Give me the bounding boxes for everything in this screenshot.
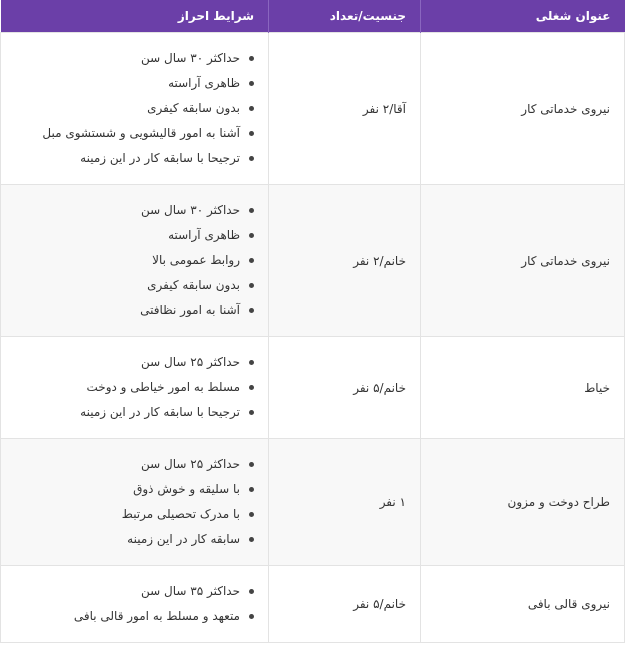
job-title-cell: نیروی خدماتی کار [420,32,625,185]
requirements-cell: حداکثر ۳۵ سال سن متعهد و مسلط به امور قا… [0,565,269,643]
requirement-item: بدون سابقه کیفری [15,96,254,121]
requirements-cell: حداکثر ۲۵ سال سن با سلیقه و خوش ذوق با م… [0,438,269,566]
table-header-row: عنوان شغلی جنسیت/تعداد شرایط احراز [0,0,625,33]
requirements-cell: حداکثر ۳۰ سال سن ظاهری آراسته بدون سابقه… [0,32,269,185]
table-row: نیروی خدماتی کار خانم/۲ نفر حداکثر ۳۰ سا… [0,184,625,337]
requirement-item: ترجیحا با سابقه کار در این زمینه [15,400,254,425]
requirement-item: بدون سابقه کیفری [15,273,254,298]
gender-count-cell: خانم/۵ نفر [268,565,421,643]
requirement-item: با سلیقه و خوش ذوق [15,477,254,502]
requirement-item: مسلط به امور خیاطی و دوخت [15,375,254,400]
job-title-cell: طراح دوخت و مزون [420,438,625,566]
requirement-item: روابط عمومی بالا [15,248,254,273]
requirements-list: حداکثر ۳۰ سال سن ظاهری آراسته بدون سابقه… [15,46,254,171]
requirements-cell: حداکثر ۲۵ سال سن مسلط به امور خیاطی و دو… [0,336,269,439]
table-row: نیروی قالی بافی خانم/۵ نفر حداکثر ۳۵ سال… [0,565,625,643]
gender-count-cell: خانم/۵ نفر [268,336,421,439]
requirement-item: آشنا به امور نظافتی [15,298,254,323]
header-requirements: شرایط احراز [0,0,269,33]
requirement-item: با مدرک تحصیلی مرتبط [15,502,254,527]
requirement-item: ظاهری آراسته [15,71,254,96]
requirements-list: حداکثر ۳۰ سال سن ظاهری آراسته روابط عموم… [15,198,254,323]
header-gender-count: جنسیت/تعداد [268,0,421,33]
job-listings-table: عنوان شغلی جنسیت/تعداد شرایط احراز نیروی… [0,0,625,643]
job-title-cell: خیاط [420,336,625,439]
requirement-item: سابقه کار در این زمینه [15,527,254,552]
requirements-list: حداکثر ۲۵ سال سن مسلط به امور خیاطی و دو… [15,350,254,425]
job-title-cell: نیروی خدماتی کار [420,184,625,337]
requirements-list: حداکثر ۲۵ سال سن با سلیقه و خوش ذوق با م… [15,452,254,552]
requirement-item: حداکثر ۲۵ سال سن [15,452,254,477]
requirements-cell: حداکثر ۳۰ سال سن ظاهری آراسته روابط عموم… [0,184,269,337]
requirements-list: حداکثر ۳۵ سال سن متعهد و مسلط به امور قا… [15,579,254,629]
header-job-title: عنوان شغلی [420,0,625,33]
requirement-item: حداکثر ۲۵ سال سن [15,350,254,375]
requirement-item: ظاهری آراسته [15,223,254,248]
table-row: خیاط خانم/۵ نفر حداکثر ۲۵ سال سن مسلط به… [0,336,625,439]
requirement-item: آشنا به امور قالیشویی و شستشوی مبل [15,121,254,146]
requirement-item: متعهد و مسلط به امور قالی بافی [15,604,254,629]
requirement-item: حداکثر ۳۰ سال سن [15,46,254,71]
gender-count-cell: ۱ نفر [268,438,421,566]
job-title-cell: نیروی قالی بافی [420,565,625,643]
requirement-item: حداکثر ۳۰ سال سن [15,198,254,223]
requirement-item: حداکثر ۳۵ سال سن [15,579,254,604]
requirement-item: ترجیحا با سابقه کار در این زمینه [15,146,254,171]
table-row: نیروی خدماتی کار آقا/۲ نفر حداکثر ۳۰ سال… [0,32,625,185]
table-row: طراح دوخت و مزون ۱ نفر حداکثر ۲۵ سال سن … [0,438,625,566]
gender-count-cell: آقا/۲ نفر [268,32,421,185]
gender-count-cell: خانم/۲ نفر [268,184,421,337]
